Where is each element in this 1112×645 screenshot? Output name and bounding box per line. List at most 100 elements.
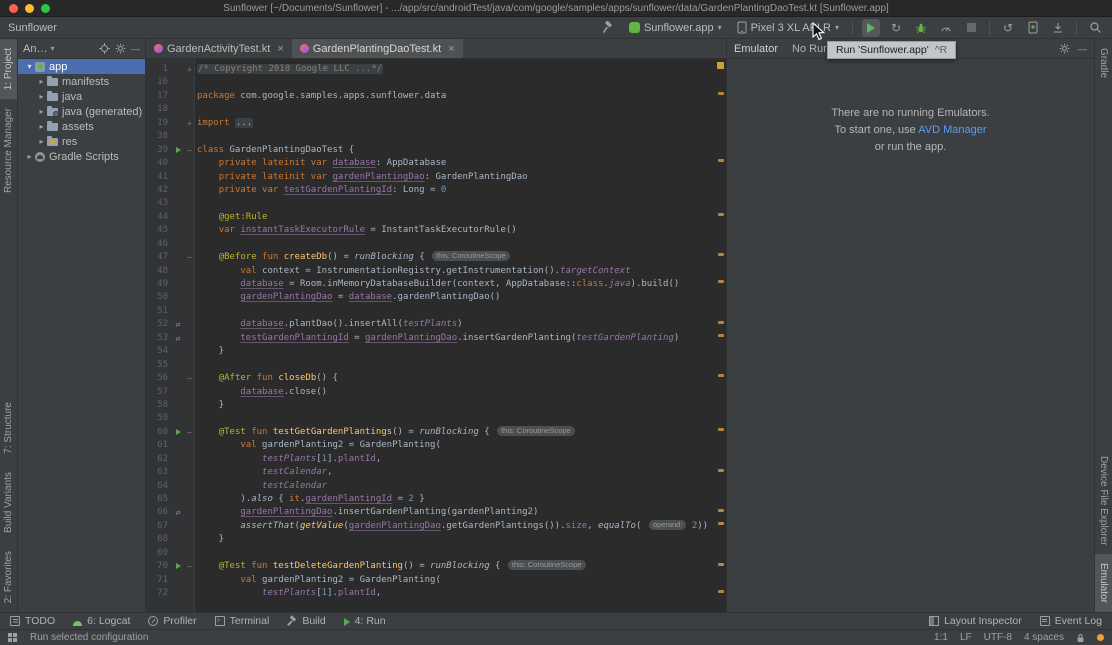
line-number[interactable]: 1 <box>146 63 172 76</box>
code-line[interactable]: 58 } <box>146 399 726 412</box>
tree-item-manifests[interactable]: ▸manifests <box>18 74 145 89</box>
code-line[interactable]: 45 var instantTaskExecutorRule = Instant… <box>146 224 726 237</box>
chevron-down-icon[interactable]: ▾ <box>24 62 35 71</box>
code-line[interactable]: 47− @Before fun createDb() = runBlocking… <box>146 251 726 264</box>
line-number[interactable]: 49 <box>146 278 172 291</box>
line-number[interactable]: 60 <box>146 426 172 439</box>
line-number[interactable]: 45 <box>146 224 172 237</box>
line-number[interactable]: 18 <box>146 103 172 116</box>
code-line[interactable]: 43 <box>146 197 726 210</box>
line-number[interactable]: 57 <box>146 386 172 399</box>
line-number[interactable]: 41 <box>146 171 172 184</box>
line-number[interactable]: 53 <box>146 332 172 345</box>
code-line[interactable]: 63 testCalendar, <box>146 466 726 479</box>
line-number[interactable]: 64 <box>146 480 172 493</box>
tool-stripe-device-file-explorer[interactable]: Device File Explorer <box>1095 447 1112 554</box>
code-line[interactable]: 44 @get:Rule <box>146 211 726 224</box>
tool-button-build[interactable]: Build <box>287 615 325 627</box>
line-number[interactable]: 54 <box>146 345 172 358</box>
close-tab-icon[interactable]: × <box>277 43 283 55</box>
chevron-right-icon[interactable]: ▸ <box>36 122 47 131</box>
tool-button-todo[interactable]: TODO <box>10 615 55 627</box>
code-line[interactable]: 59 <box>146 412 726 425</box>
suspend-call-icon[interactable]: ⇄ <box>172 506 184 519</box>
build-hammer-icon[interactable] <box>600 19 618 37</box>
code-line[interactable]: 16 <box>146 76 726 89</box>
stop-button[interactable] <box>962 19 980 37</box>
code-line[interactable]: 49 database = Room.inMemoryDatabaseBuild… <box>146 278 726 291</box>
code-line[interactable]: 17package com.google.samples.apps.sunflo… <box>146 90 726 103</box>
fold-marker[interactable]: + <box>184 117 195 130</box>
zoom-window-icon[interactable] <box>41 4 50 13</box>
code-line[interactable]: 46 <box>146 238 726 251</box>
code-line[interactable]: 69 <box>146 547 726 560</box>
tool-stripe-emulator[interactable]: Emulator <box>1095 554 1112 612</box>
apply-changes-icon[interactable]: ↻ <box>887 19 905 37</box>
code-line[interactable]: 40 private lateinit var database: AppDat… <box>146 157 726 170</box>
settings-gear-icon[interactable] <box>1059 43 1070 54</box>
line-number[interactable]: 70 <box>146 560 172 573</box>
search-everywhere-icon[interactable] <box>1086 19 1104 37</box>
code-line[interactable]: 57 database.close() <box>146 386 726 399</box>
fold-marker[interactable]: − <box>184 560 195 573</box>
run-test-icon[interactable] <box>172 426 184 439</box>
hide-panel-icon[interactable]: — <box>1078 44 1087 54</box>
tool-button-4-run[interactable]: 4: Run <box>344 615 386 627</box>
tool-stripe-resource-manager[interactable]: Resource Manager <box>0 99 17 202</box>
suspend-call-icon[interactable]: ⇄ <box>172 332 184 345</box>
code-line[interactable]: 51 <box>146 305 726 318</box>
code-line[interactable]: 72 testPlants[1].plantId, <box>146 587 726 600</box>
tree-item-app[interactable]: ▾app <box>18 59 145 74</box>
line-number[interactable]: 51 <box>146 305 172 318</box>
code-line[interactable]: 54 } <box>146 345 726 358</box>
line-number[interactable]: 71 <box>146 574 172 587</box>
tree-item-assets[interactable]: ▸assets <box>18 119 145 134</box>
code-line[interactable]: 41 private lateinit var gardenPlantingDa… <box>146 171 726 184</box>
caret-position[interactable]: 1:1 <box>934 632 948 643</box>
code-line[interactable]: 70− @Test fun testDeleteGardenPlanting()… <box>146 560 726 573</box>
code-line[interactable]: 66⇄ gardenPlantingDao.insertGardenPlanti… <box>146 506 726 519</box>
run-button[interactable] <box>862 19 880 37</box>
tool-button-event-log[interactable]: Event Log <box>1040 615 1102 627</box>
code-line[interactable]: 56− @After fun closeDb() { <box>146 372 726 385</box>
hide-panel-icon[interactable]: — <box>131 44 140 54</box>
code-line[interactable]: 38 <box>146 130 726 143</box>
fold-marker[interactable]: − <box>184 426 195 439</box>
project-view-selector[interactable]: An… ▾ <box>23 43 54 55</box>
line-number[interactable]: 16 <box>146 76 172 89</box>
tool-stripe-gradle[interactable]: Gradle <box>1095 39 1112 87</box>
settings-gear-icon[interactable] <box>115 43 126 54</box>
line-number[interactable]: 63 <box>146 466 172 479</box>
code-line[interactable]: 65 ).also { it.gardenPlantingId = 2 } <box>146 493 726 506</box>
line-number[interactable]: 46 <box>146 238 172 251</box>
run-test-icon[interactable] <box>172 560 184 573</box>
code-line[interactable]: 67 assertThat(getValue(gardenPlantingDao… <box>146 520 726 533</box>
line-number[interactable]: 55 <box>146 359 172 372</box>
line-number[interactable]: 66 <box>146 506 172 519</box>
chevron-right-icon[interactable]: ▸ <box>36 107 47 116</box>
code-line[interactable]: 18 <box>146 103 726 116</box>
tool-button-layout-inspector[interactable]: Layout Inspector <box>929 615 1022 627</box>
line-number[interactable]: 50 <box>146 291 172 304</box>
code-line[interactable]: 42 private var testGardenPlantingId: Lon… <box>146 184 726 197</box>
close-window-icon[interactable] <box>9 4 18 13</box>
run-config-dropdown[interactable]: Sunflower.app ▾ <box>625 21 726 35</box>
tool-stripe-7-structure[interactable]: 7: Structure <box>0 393 17 463</box>
line-number[interactable]: 44 <box>146 211 172 224</box>
line-number[interactable]: 67 <box>146 520 172 533</box>
code-line[interactable]: 48 val context = InstrumentationRegistry… <box>146 265 726 278</box>
tool-button-profiler[interactable]: Profiler <box>148 615 196 627</box>
line-number[interactable]: 65 <box>146 493 172 506</box>
tree-item-java-generated[interactable]: ▸java (generated) <box>18 104 145 119</box>
code-line[interactable]: 52⇄ database.plantDao().insertAll(testPl… <box>146 318 726 331</box>
locate-file-icon[interactable] <box>99 43 110 54</box>
code-line[interactable]: 1+/* Copyright 2018 Google LLC ...*/ <box>146 63 726 76</box>
indent-indicator[interactable]: 4 spaces <box>1024 632 1064 643</box>
line-number[interactable]: 72 <box>146 587 172 600</box>
profile-icon[interactable] <box>937 19 955 37</box>
line-number[interactable]: 59 <box>146 412 172 425</box>
line-number[interactable]: 48 <box>146 265 172 278</box>
encoding-indicator[interactable]: UTF-8 <box>984 632 1012 643</box>
line-number[interactable]: 61 <box>146 439 172 452</box>
code-line[interactable]: 39−class GardenPlantingDaoTest { <box>146 144 726 157</box>
